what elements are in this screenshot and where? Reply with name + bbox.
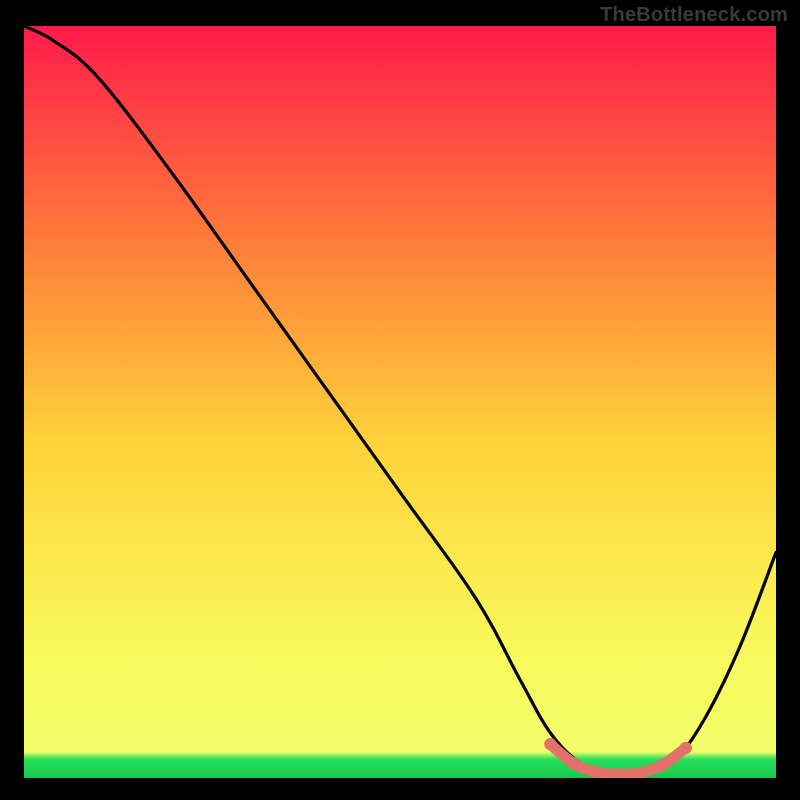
highlight-dot [544, 738, 556, 750]
highlight-dot [657, 758, 669, 770]
highlight-dot [680, 742, 692, 754]
chart-svg [24, 26, 776, 778]
highlight-dot [589, 766, 601, 778]
plot-area [24, 26, 776, 778]
highlight-dot [567, 757, 579, 769]
chart-stage: TheBottleneck.com [0, 0, 800, 800]
gradient-background [24, 26, 776, 778]
watermark-text: TheBottleneck.com [600, 4, 788, 27]
